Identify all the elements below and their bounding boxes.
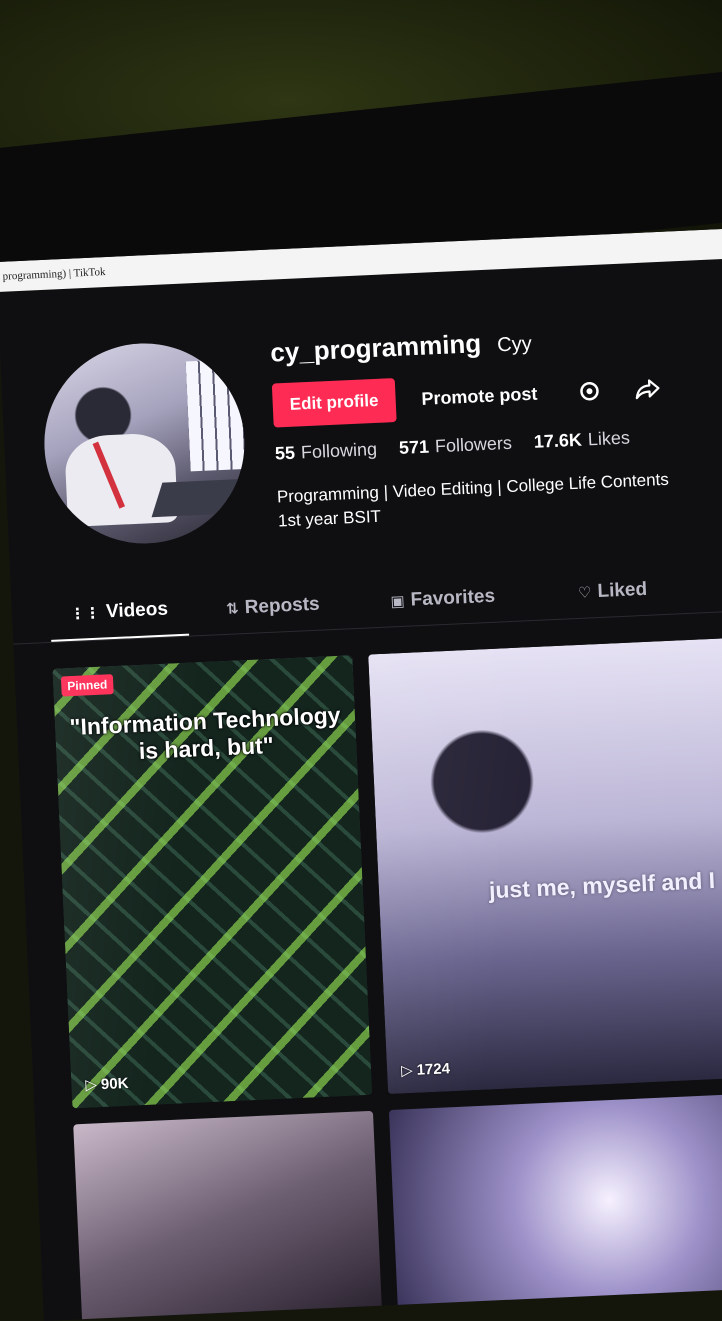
- tab-favorites[interactable]: ▣ Favorites: [357, 570, 529, 628]
- play-icon: ▷: [85, 1076, 98, 1094]
- settings-icon[interactable]: [568, 370, 610, 412]
- video-tile[interactable]: [73, 1110, 382, 1321]
- video-tile[interactable]: Pinned "Information Technology is hard, …: [52, 655, 373, 1109]
- window-title: programming) | TikTok: [2, 266, 106, 283]
- view-count-text: 90K: [100, 1074, 129, 1093]
- profile-stats: 55 Following 571 Followers 17.6K Likes: [275, 427, 631, 464]
- video-caption: "Information Technology is hard, but": [69, 701, 342, 765]
- edit-profile-button[interactable]: Edit profile: [271, 378, 397, 428]
- view-count: ▷ 90K: [85, 1074, 129, 1094]
- heart-icon: ♡: [577, 584, 592, 602]
- profile-header: cy_programming Cyy Edit profile Promote …: [0, 258, 722, 581]
- tab-videos[interactable]: ⋮⋮ Videos: [48, 583, 190, 642]
- video-tile[interactable]: [388, 1093, 722, 1310]
- tab-label: Videos: [105, 598, 169, 623]
- nickname: Cyy: [496, 332, 533, 357]
- followers-stat[interactable]: 571 Followers: [398, 433, 512, 459]
- tab-label: Reposts: [244, 593, 321, 619]
- followers-label: Followers: [434, 432, 513, 457]
- play-icon: ▷: [400, 1061, 414, 1080]
- grid-icon: ⋮⋮: [69, 604, 101, 623]
- view-count: ▷ 1724: [400, 1059, 451, 1080]
- followers-count: 571: [398, 436, 430, 458]
- likes-label: Likes: [587, 427, 631, 450]
- repost-icon: ⇅: [225, 600, 240, 618]
- video-grid: Pinned "Information Technology is hard, …: [13, 611, 722, 1321]
- likes-count: 17.6K: [533, 429, 583, 452]
- avatar[interactable]: [39, 339, 249, 548]
- pinned-badge: Pinned: [60, 674, 114, 697]
- following-stat[interactable]: 55 Following: [275, 439, 378, 465]
- following-label: Following: [300, 438, 378, 463]
- username: cy_programming: [269, 328, 482, 368]
- following-count: 55: [274, 442, 296, 464]
- video-tile[interactable]: just me, myself and I ▷ 1724: [368, 638, 722, 1095]
- profile-bio: Programming | Video Editing | College Li…: [276, 468, 670, 534]
- tab-label: Liked: [596, 578, 648, 603]
- share-icon[interactable]: [626, 368, 668, 410]
- tab-label: Favorites: [410, 585, 496, 611]
- promote-post-button[interactable]: Promote post: [407, 372, 553, 419]
- bookmark-icon: ▣: [390, 592, 406, 611]
- profile-actions: Edit profile Promote post: [271, 366, 668, 428]
- tab-liked[interactable]: ♡ Liked: [527, 563, 699, 621]
- tab-reposts[interactable]: ⇅ Reposts: [187, 578, 359, 636]
- view-count-text: 1724: [416, 1059, 451, 1079]
- profile-names: cy_programming Cyy: [270, 326, 533, 369]
- browser-screen: programming) | TikTok cy_programming Cyy…: [0, 228, 722, 1321]
- likes-stat: 17.6K Likes: [533, 427, 630, 452]
- video-caption: just me, myself and I: [488, 867, 716, 904]
